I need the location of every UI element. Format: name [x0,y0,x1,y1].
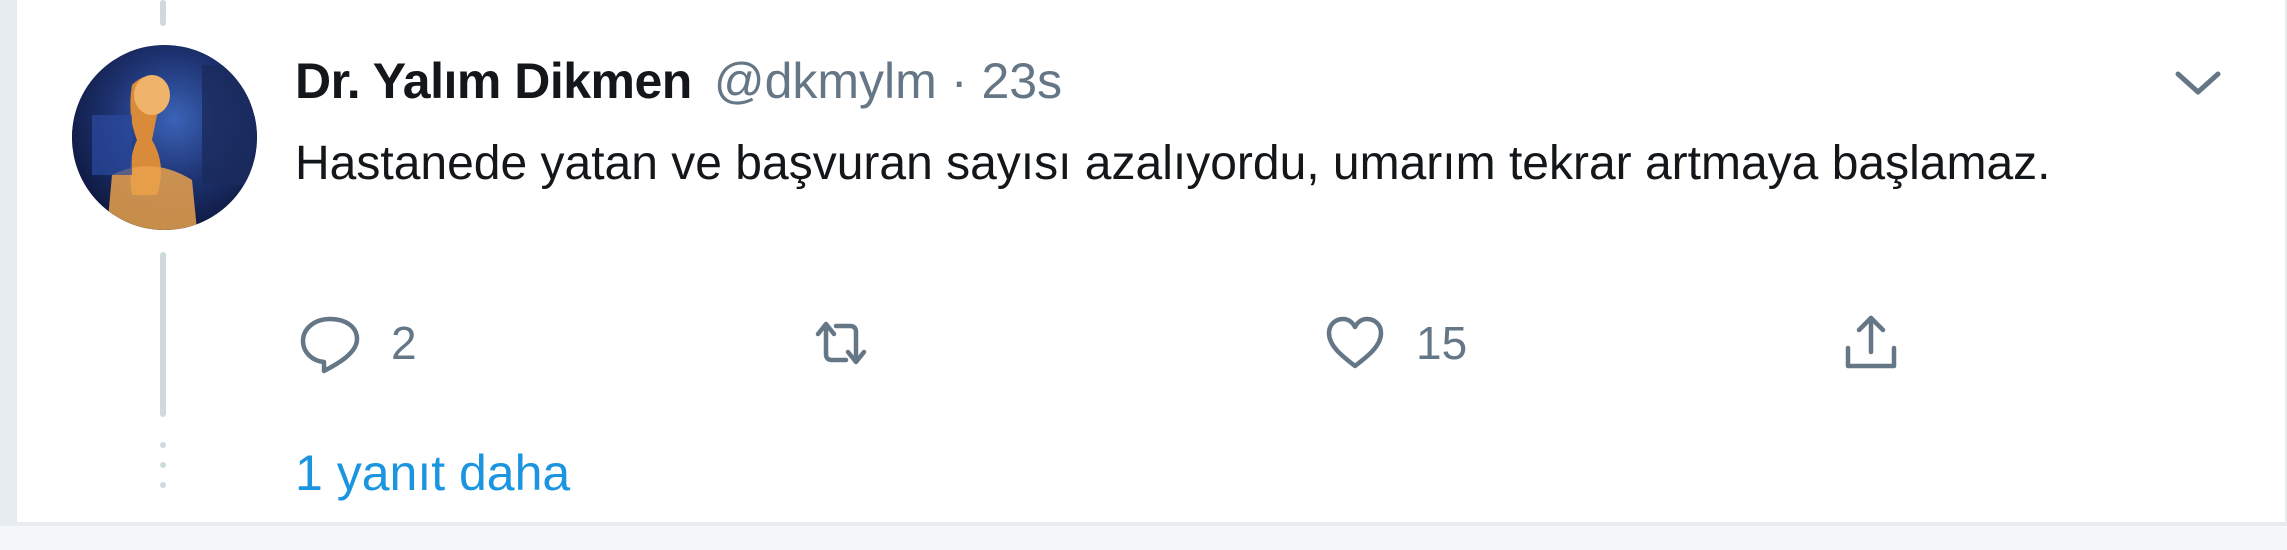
profile-photo-icon [72,45,257,230]
separator-dot: · [950,53,968,109]
thread-dots [158,442,168,502]
thread-line-above [160,0,166,26]
like-count: 15 [1416,317,1468,369]
user-handle[interactable]: @dkmylm [714,52,937,110]
retweet-icon [808,310,874,376]
display-name[interactable]: Dr. Yalım Dikmen [295,52,692,110]
thread-line-below [160,252,166,417]
timeline-background [0,526,2287,550]
share-button[interactable] [1838,310,1904,376]
tweet-header: Dr. Yalım Dikmen @dkmylm · 23s [295,52,1062,112]
heart-icon [1322,310,1388,376]
tweet-text: Hastanede yatan ve başvuran sayısı azalı… [295,137,2051,190]
more-replies-link[interactable]: 1 yanıt daha [295,444,570,502]
timestamp[interactable]: 23s [981,52,1062,110]
reply-count: 2 [391,317,417,369]
retweet-button[interactable] [808,310,902,376]
reply-bubble-icon [297,310,363,376]
share-icon [1838,310,1904,376]
chevron-down-icon[interactable] [2172,62,2224,102]
like-button[interactable]: 15 [1322,310,1467,376]
reply-button[interactable]: 2 [297,310,417,376]
avatar[interactable] [72,45,257,230]
